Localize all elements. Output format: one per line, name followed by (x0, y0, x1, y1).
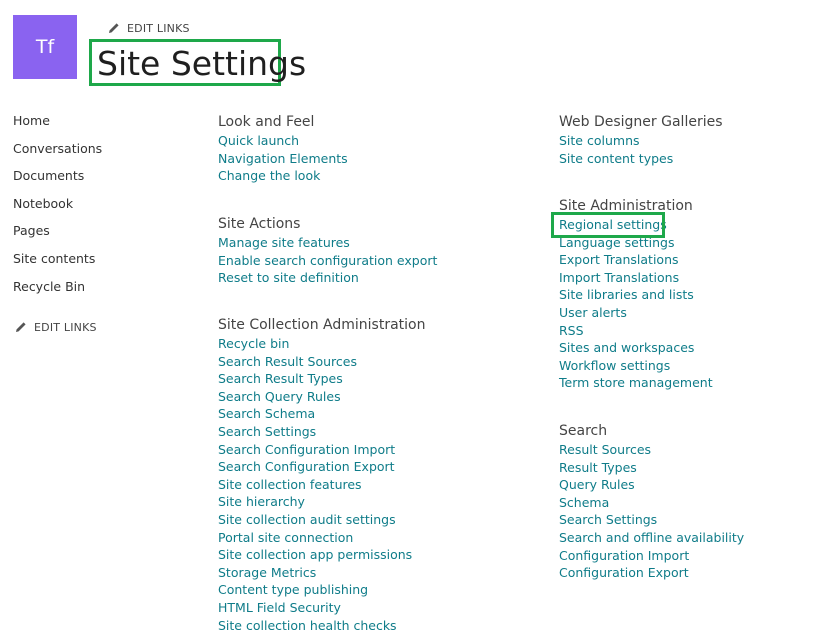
link-manage-site-features[interactable]: Manage site features (218, 234, 437, 252)
link-query-rules[interactable]: Query Rules (559, 476, 744, 494)
link-content-type-publishing[interactable]: Content type publishing (218, 581, 425, 599)
regional-settings-highlight-box (551, 212, 665, 238)
link-import-translations[interactable]: Import Translations (559, 269, 713, 287)
nav-item-recycle-bin[interactable]: Recycle Bin (13, 278, 102, 306)
link-storage-metrics[interactable]: Storage Metrics (218, 564, 425, 582)
link-search-result-sources[interactable]: Search Result Sources (218, 353, 425, 371)
link-site-collection-app-permissions[interactable]: Site collection app permissions (218, 546, 425, 564)
link-navigation-elements[interactable]: Navigation Elements (218, 150, 348, 168)
link-search-result-types[interactable]: Search Result Types (218, 370, 425, 388)
link-result-types[interactable]: Result Types (559, 459, 744, 477)
nav-item-conversations[interactable]: Conversations (13, 140, 102, 168)
nav-item-notebook[interactable]: Notebook (13, 195, 102, 223)
pencil-icon (109, 23, 119, 33)
link-site-collection-audit-settings[interactable]: Site collection audit settings (218, 511, 425, 529)
link-search-settings[interactable]: Search Settings (559, 511, 744, 529)
section-search: Search Result Sources Result Types Query… (559, 421, 744, 582)
link-site-content-types[interactable]: Site content types (559, 150, 723, 168)
link-portal-site-connection[interactable]: Portal site connection (218, 529, 425, 547)
nav-item-documents[interactable]: Documents (13, 167, 102, 195)
section-web-designer-galleries: Web Designer Galleries Site columns Site… (559, 112, 723, 167)
link-schema[interactable]: Schema (559, 494, 744, 512)
link-site-collection-health-checks[interactable]: Site collection health checks (218, 617, 425, 634)
edit-links-nav[interactable]: EDIT LINKS (15, 319, 97, 335)
link-configuration-export[interactable]: Configuration Export (559, 564, 744, 582)
link-workflow-settings[interactable]: Workflow settings (559, 357, 713, 375)
link-site-hierarchy[interactable]: Site hierarchy (218, 493, 425, 511)
link-reset-to-site-definition[interactable]: Reset to site definition (218, 269, 437, 287)
link-search-configuration-import[interactable]: Search Configuration Import (218, 441, 425, 459)
link-user-alerts[interactable]: User alerts (559, 304, 713, 322)
link-search-schema[interactable]: Search Schema (218, 405, 425, 423)
section-heading: Site Collection Administration (218, 317, 426, 333)
link-site-libraries-and-lists[interactable]: Site libraries and lists (559, 286, 713, 304)
link-html-field-security[interactable]: HTML Field Security (218, 599, 425, 617)
section-site-actions: Site Actions Manage site features Enable… (218, 214, 437, 287)
link-search-query-rules[interactable]: Search Query Rules (218, 388, 425, 406)
section-heading: Search (559, 423, 608, 439)
link-search-and-offline-availability[interactable]: Search and offline availability (559, 529, 744, 547)
link-export-translations[interactable]: Export Translations (559, 251, 713, 269)
page-title: Site Settings (97, 44, 307, 83)
link-term-store-management[interactable]: Term store management (559, 374, 713, 392)
edit-links-label: EDIT LINKS (34, 320, 97, 334)
link-sites-and-workspaces[interactable]: Sites and workspaces (559, 339, 713, 357)
section-look-and-feel: Look and Feel Quick launch Navigation El… (218, 112, 348, 185)
site-logo-initials: Tf (35, 36, 55, 58)
link-site-columns[interactable]: Site columns (559, 132, 723, 150)
link-configuration-import[interactable]: Configuration Import (559, 547, 744, 565)
link-result-sources[interactable]: Result Sources (559, 441, 744, 459)
quick-launch-nav: Home Conversations Documents Notebook Pa… (13, 112, 102, 305)
link-change-the-look[interactable]: Change the look (218, 167, 348, 185)
section-heading: Web Designer Galleries (559, 114, 723, 130)
link-rss[interactable]: RSS (559, 322, 713, 340)
link-enable-search-configuration-export[interactable]: Enable search configuration export (218, 252, 437, 270)
section-heading: Site Actions (218, 216, 301, 232)
nav-item-pages[interactable]: Pages (13, 222, 102, 250)
link-search-configuration-export[interactable]: Search Configuration Export (218, 458, 425, 476)
section-heading: Look and Feel (218, 114, 315, 130)
link-recycle-bin[interactable]: Recycle bin (218, 335, 425, 353)
edit-links-label: EDIT LINKS (127, 21, 190, 35)
section-site-collection-administration: Site Collection Administration Recycle b… (218, 315, 425, 634)
edit-links-top[interactable]: EDIT LINKS (108, 20, 190, 36)
site-logo[interactable]: Tf (13, 15, 77, 79)
pencil-icon (16, 322, 26, 332)
nav-item-site-contents[interactable]: Site contents (13, 250, 102, 278)
link-quick-launch[interactable]: Quick launch (218, 132, 348, 150)
link-search-settings[interactable]: Search Settings (218, 423, 425, 441)
nav-item-home[interactable]: Home (13, 112, 102, 140)
link-site-collection-features[interactable]: Site collection features (218, 476, 425, 494)
